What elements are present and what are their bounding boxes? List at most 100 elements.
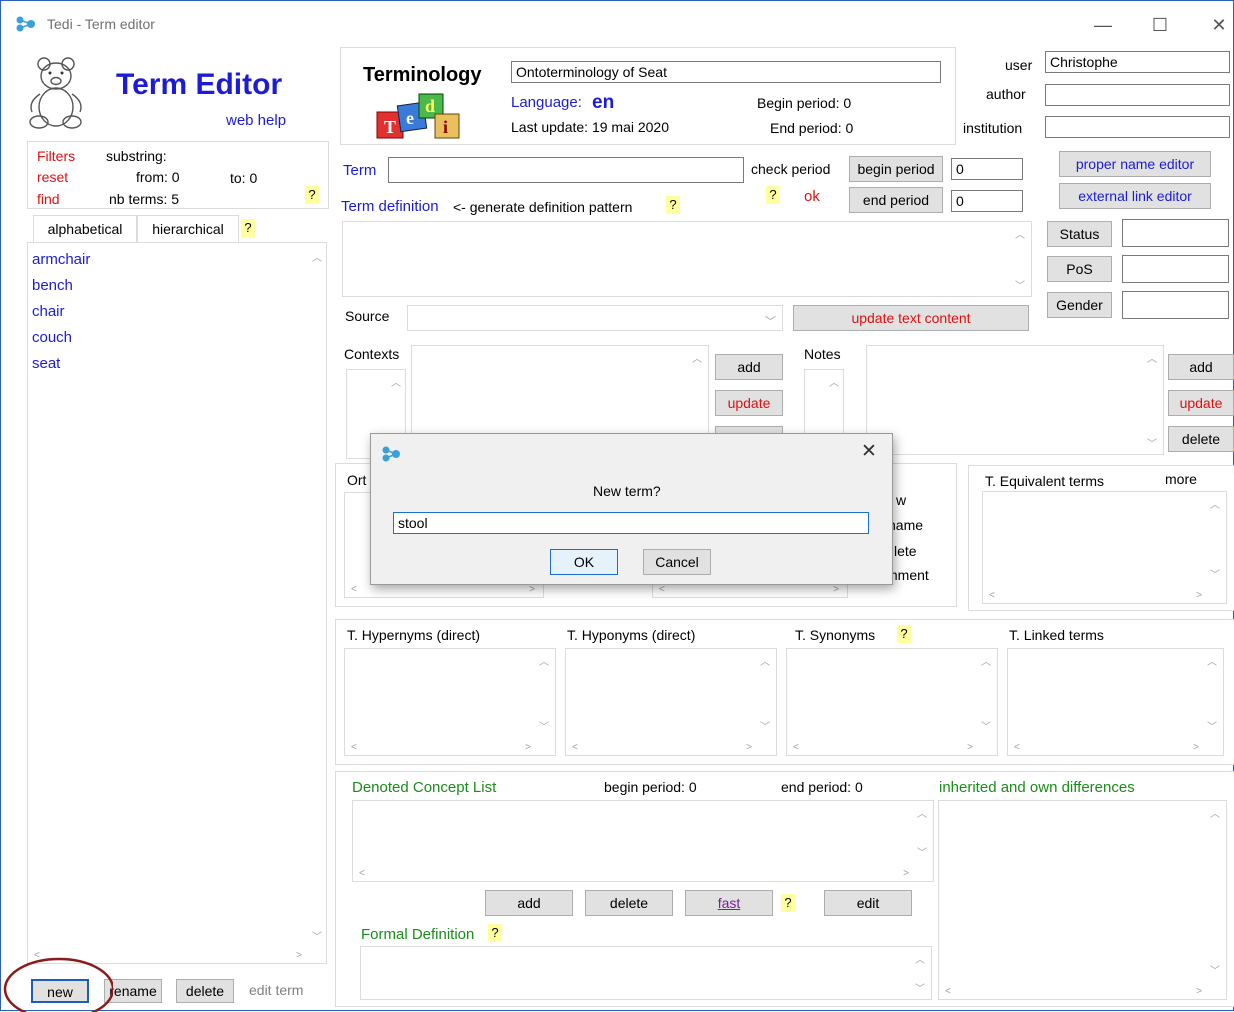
period-help-icon[interactable]: ?: [766, 186, 780, 204]
pos-button[interactable]: PoS: [1047, 256, 1112, 282]
filters-help-icon[interactable]: ?: [305, 186, 319, 204]
concept-edit-button[interactable]: edit: [824, 890, 912, 916]
list-item[interactable]: bench: [32, 277, 73, 294]
end-period-button[interactable]: end period: [849, 187, 943, 213]
source-select[interactable]: ﹀: [407, 305, 783, 331]
differences-list[interactable]: ︿ ﹀ < >: [938, 800, 1227, 1000]
delete-term-button[interactable]: delete: [176, 979, 234, 1003]
notes-add-button[interactable]: add: [1168, 354, 1234, 380]
begin-period-button[interactable]: begin period: [849, 156, 943, 182]
web-help-link[interactable]: web help: [226, 112, 286, 129]
notes-text[interactable]: ︿ ﹀: [866, 345, 1164, 455]
scroll-left-icon[interactable]: <: [359, 868, 365, 879]
maximize-button[interactable]: ☐: [1138, 11, 1182, 39]
scroll-up-icon[interactable]: ︿: [1210, 496, 1220, 511]
scroll-down-icon[interactable]: ﹀: [760, 718, 770, 733]
generate-definition-link[interactable]: <- generate definition pattern: [453, 199, 632, 215]
scroll-down-icon[interactable]: ﹀: [915, 980, 925, 995]
scroll-down-icon[interactable]: ﹀: [1207, 718, 1217, 733]
scroll-up-icon[interactable]: ︿: [692, 350, 702, 365]
hyponyms-list[interactable]: ︿ ﹀ < >: [565, 648, 777, 756]
rename-link[interactable]: name: [888, 517, 923, 533]
scroll-right-icon[interactable]: >: [1196, 986, 1202, 997]
list-item[interactable]: chair: [32, 303, 65, 320]
definition-help-icon[interactable]: ?: [666, 196, 680, 214]
list-item[interactable]: armchair: [32, 251, 90, 268]
scroll-left-icon[interactable]: <: [351, 742, 357, 753]
scroll-up-icon[interactable]: ︿: [829, 374, 839, 389]
list-item[interactable]: couch: [32, 329, 72, 346]
denoted-concept-list[interactable]: ︿ ﹀ < >: [352, 800, 934, 882]
scroll-left-icon[interactable]: <: [945, 986, 951, 997]
new-term-input[interactable]: [393, 512, 869, 534]
scroll-up-icon[interactable]: ︿: [917, 805, 927, 820]
status-field[interactable]: [1122, 219, 1229, 247]
gender-button[interactable]: Gender: [1047, 292, 1112, 318]
minimize-button[interactable]: —: [1081, 11, 1125, 39]
scroll-down-icon[interactable]: ﹀: [539, 718, 549, 733]
scroll-right-icon[interactable]: >: [746, 742, 752, 753]
synonyms-list[interactable]: ︿ ﹀ < >: [786, 648, 998, 756]
filters-link[interactable]: Filters: [37, 148, 75, 164]
dialog-ok-button[interactable]: OK: [550, 549, 618, 575]
terminology-name-field[interactable]: [511, 61, 941, 83]
scroll-down-icon[interactable]: ﹀: [1210, 566, 1220, 581]
scroll-down-icon[interactable]: ﹀: [917, 844, 927, 859]
scroll-up-icon[interactable]: ︿: [312, 249, 322, 264]
notes-delete-button[interactable]: delete: [1168, 426, 1234, 452]
dialog-cancel-button[interactable]: Cancel: [643, 549, 711, 575]
scroll-left-icon[interactable]: <: [989, 590, 995, 601]
synonyms-help-icon[interactable]: ?: [897, 625, 911, 643]
scroll-right-icon[interactable]: >: [525, 742, 531, 753]
institution-field[interactable]: [1045, 116, 1230, 138]
scroll-right-icon[interactable]: >: [967, 742, 973, 753]
gender-field[interactable]: [1122, 291, 1229, 319]
scroll-right-icon[interactable]: >: [903, 868, 909, 879]
scroll-down-icon[interactable]: ﹀: [1015, 277, 1025, 292]
dialog-close-button[interactable]: ✕: [861, 440, 877, 463]
concept-add-button[interactable]: add: [485, 890, 573, 916]
external-link-editor-button[interactable]: external link editor: [1059, 183, 1211, 209]
formal-definition-help-icon[interactable]: ?: [488, 924, 502, 942]
scroll-left-icon[interactable]: <: [659, 584, 665, 595]
scroll-up-icon[interactable]: ︿: [391, 374, 401, 389]
pos-field[interactable]: [1122, 255, 1229, 283]
end-period-field[interactable]: [951, 190, 1023, 212]
reset-link[interactable]: reset: [37, 169, 68, 185]
begin-period-field[interactable]: [951, 158, 1023, 180]
scroll-right-icon[interactable]: >: [1193, 742, 1199, 753]
scroll-up-icon[interactable]: ︿: [1147, 350, 1157, 365]
new-link[interactable]: w: [896, 492, 906, 508]
notes-update-button[interactable]: update: [1168, 390, 1234, 416]
scroll-left-icon[interactable]: <: [572, 742, 578, 753]
scroll-down-icon[interactable]: ﹀: [981, 718, 991, 733]
update-text-content-button[interactable]: update text content: [793, 305, 1029, 331]
tab-alphabetical[interactable]: alphabetical: [33, 215, 137, 244]
concept-fast-button[interactable]: fast: [685, 890, 773, 916]
equivalent-more-link[interactable]: more: [1165, 471, 1197, 487]
scroll-up-icon[interactable]: ︿: [981, 653, 991, 668]
scroll-left-icon[interactable]: <: [793, 742, 799, 753]
term-list[interactable]: armchair bench chair couch seat ︿ ﹀ < >: [27, 242, 327, 964]
status-button[interactable]: Status: [1047, 221, 1112, 247]
concept-help-icon[interactable]: ?: [781, 894, 795, 912]
scroll-up-icon[interactable]: ︿: [1207, 653, 1217, 668]
hypernyms-list[interactable]: ︿ ﹀ < >: [344, 648, 556, 756]
scroll-left-icon[interactable]: <: [351, 584, 357, 595]
scroll-right-icon[interactable]: >: [1196, 590, 1202, 601]
user-field[interactable]: [1045, 51, 1230, 73]
close-button[interactable]: ✕: [1197, 11, 1234, 39]
equivalent-terms-list[interactable]: ︿ ﹀ < >: [982, 491, 1227, 604]
scroll-up-icon[interactable]: ︿: [1210, 805, 1220, 820]
scroll-down-icon[interactable]: ﹀: [1210, 962, 1220, 977]
delete-link[interactable]: lete: [894, 543, 917, 559]
scroll-up-icon[interactable]: ︿: [760, 653, 770, 668]
proper-name-editor-button[interactable]: proper name editor: [1059, 151, 1211, 177]
find-link[interactable]: find: [37, 191, 60, 207]
scroll-up-icon[interactable]: ︿: [539, 653, 549, 668]
tab-hierarchical[interactable]: hierarchical: [137, 215, 239, 244]
concept-delete-button[interactable]: delete: [585, 890, 673, 916]
term-field[interactable]: [388, 157, 744, 183]
scroll-left-icon[interactable]: <: [1014, 742, 1020, 753]
scroll-up-icon[interactable]: ︿: [915, 951, 925, 966]
